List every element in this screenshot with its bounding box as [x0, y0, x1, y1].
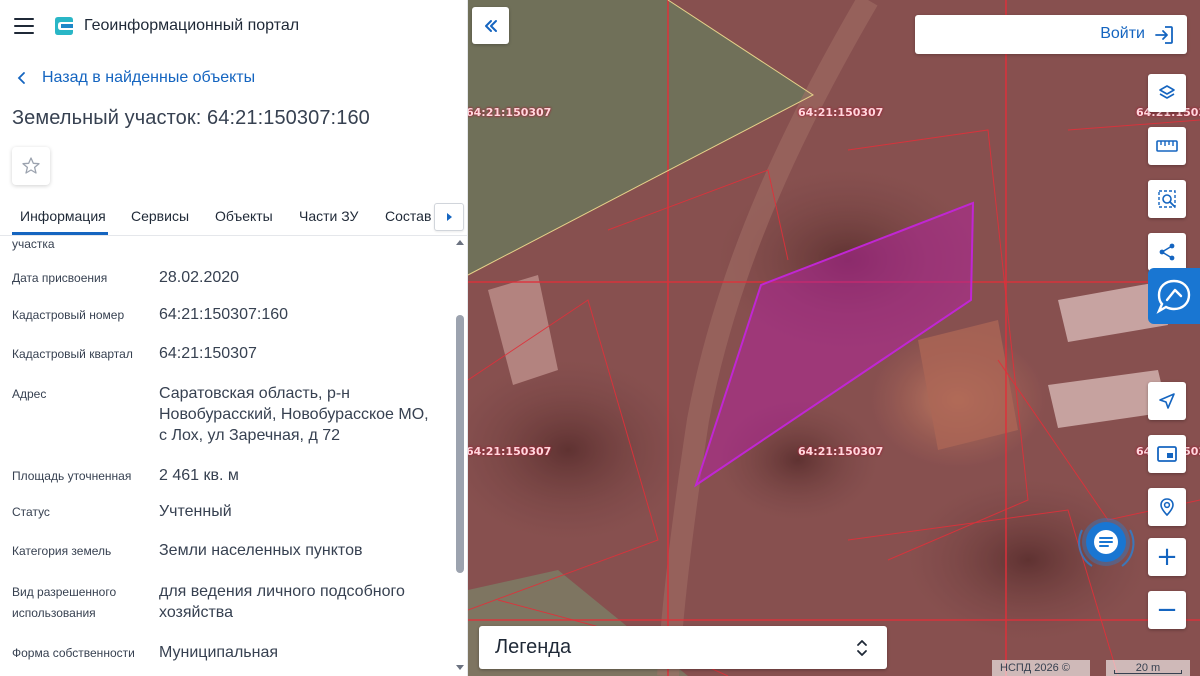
prop-label: Форма собственности: [12, 646, 135, 660]
prop-label: Кадастровый номер: [12, 308, 125, 322]
prop-label: Вид разрешенного: [12, 585, 117, 599]
login-icon: [1155, 26, 1173, 44]
prop-value: 64:21:150307:160: [159, 306, 289, 323]
prop-label: Статус: [12, 505, 50, 519]
prop-label: участка: [12, 237, 55, 251]
minimap-button[interactable]: [1148, 435, 1186, 473]
legend-dropdown[interactable]: Легенда: [479, 626, 887, 669]
minimap-icon: [1157, 446, 1177, 462]
prop-value: 64:21:150307: [159, 345, 257, 362]
map-attribution: НСПД 2026 ©: [992, 660, 1090, 676]
prop-value: с Лох, ул Заречная, д 72: [159, 427, 341, 444]
login-label: Войти: [1100, 25, 1145, 42]
tab-services[interactable]: Сервисы: [131, 208, 189, 224]
legend-label: Легенда: [495, 636, 572, 658]
prop-value: Земли населенных пунктов: [159, 542, 363, 559]
properties-scrollbar[interactable]: [454, 237, 466, 676]
tab-composition[interactable]: Состав: [385, 208, 431, 224]
back-link-label: Назад в найденные объекты: [42, 69, 256, 86]
prop-label: Кадастровый квартал: [12, 347, 133, 361]
assistant-button[interactable]: [1148, 268, 1200, 324]
info-panel: Геоинформационный портал Назад в найденн…: [0, 0, 468, 676]
share-icon: [1159, 243, 1175, 261]
chat-icon: [1078, 518, 1135, 567]
favorite-button[interactable]: [12, 147, 50, 185]
zoom-out-button[interactable]: −: [1148, 591, 1186, 629]
tab-objects[interactable]: Объекты: [215, 208, 273, 224]
portal-title: Геоинформационный портал: [84, 17, 300, 34]
prop-value: Муниципальная: [159, 644, 279, 661]
cadastral-label: 64:21:150307: [468, 445, 552, 458]
prop-label: Дата присвоения: [12, 271, 108, 285]
object-tabs: Информация Сервисы Объекты Части ЗУ Сост…: [0, 196, 467, 236]
scroll-down-arrow-icon[interactable]: [456, 665, 464, 670]
cadastral-label: 64:21:150307: [798, 106, 884, 119]
prop-value: 2 461 кв. м: [159, 467, 239, 484]
prop-value: Учтенный: [159, 503, 232, 520]
prop-value: для ведения личного подсобного: [159, 583, 405, 600]
cadastral-label: 64:21:150307: [468, 106, 552, 119]
prop-value: хозяйства: [159, 604, 234, 621]
scroll-up-arrow-icon[interactable]: [456, 240, 464, 245]
area-select-icon: [1158, 190, 1176, 208]
chevron-left-icon: [17, 72, 25, 84]
locate-button[interactable]: [1148, 382, 1186, 420]
navigation-arrow-icon: [1159, 393, 1175, 409]
tab-information[interactable]: Информация: [20, 208, 106, 224]
back-to-results-link[interactable]: Назад в найденные объекты: [14, 69, 255, 87]
prop-value: 28.02.2020: [159, 269, 240, 286]
prop-label: Категория земель: [12, 544, 112, 558]
zoom-in-button[interactable]: +: [1148, 538, 1186, 576]
zoom-out-icon: −: [1156, 595, 1178, 625]
chat-button[interactable]: [1072, 508, 1140, 576]
scale-bar: 20 m: [1106, 660, 1190, 676]
prop-value: Новобурасский, Новобурасское МО,: [159, 406, 429, 423]
ruler-icon: [1156, 140, 1178, 152]
assistant-chat-icon: [1156, 279, 1191, 314]
double-chevron-left-icon: [484, 19, 497, 32]
active-tab-indicator: [12, 232, 108, 235]
measure-button[interactable]: [1148, 127, 1186, 165]
portal-logo-icon: [55, 17, 73, 35]
collapse-panel-button[interactable]: [472, 7, 509, 44]
prop-label: Площадь уточненная: [12, 469, 132, 483]
prop-label: Адрес: [12, 387, 47, 401]
layers-button[interactable]: [1148, 74, 1186, 112]
share-button[interactable]: [1148, 233, 1186, 271]
chevron-up-down-icon: [857, 640, 867, 656]
location-search-icon: [1160, 498, 1174, 517]
tab-parcel-parts[interactable]: Части ЗУ: [299, 208, 358, 224]
location-search-button[interactable]: [1148, 488, 1186, 526]
zoom-in-icon: +: [1156, 542, 1178, 572]
layers-icon: [1159, 85, 1175, 99]
chevron-right-icon: [447, 213, 452, 221]
properties-list: участка Дата присвоения 28.02.2020 Кадас…: [0, 237, 454, 676]
tabs-scroll-right-button[interactable]: [434, 203, 464, 231]
scrollbar-thumb[interactable]: [456, 315, 464, 573]
star-icon: [22, 157, 40, 174]
hamburger-icon[interactable]: [14, 18, 34, 34]
area-select-button[interactable]: [1148, 180, 1186, 218]
object-title: Земельный участок: 64:21:150307:160: [12, 107, 370, 129]
top-bar: Геоинформационный портал: [0, 0, 467, 52]
prop-label: использования: [12, 606, 96, 620]
scale-line: [1114, 670, 1182, 674]
login-button[interactable]: Войти: [915, 15, 1187, 54]
prop-value: Саратовская область, р-н: [159, 385, 350, 402]
cadastral-label: 64:21:150307: [798, 445, 884, 458]
